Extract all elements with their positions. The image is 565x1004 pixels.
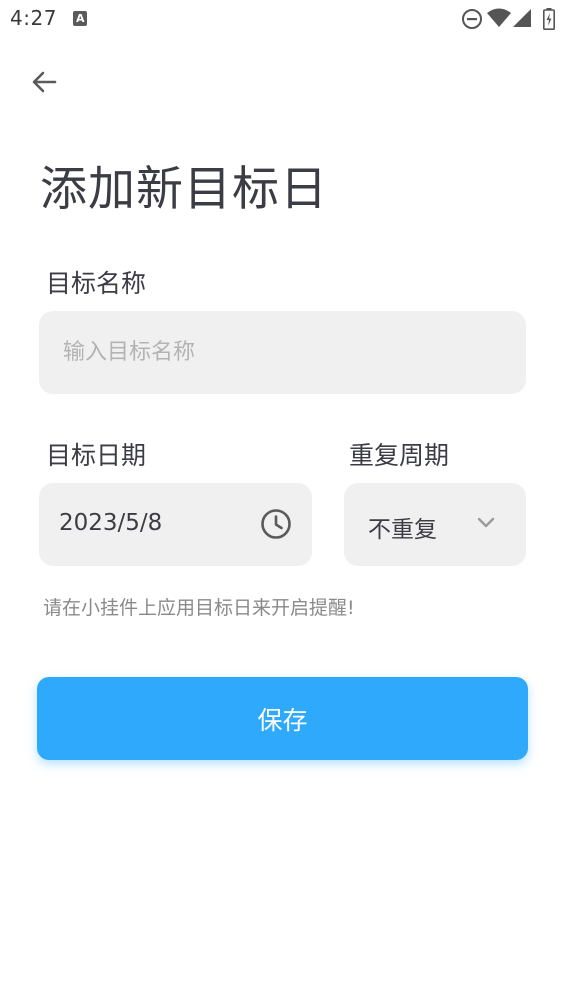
wifi-icon (487, 8, 511, 27)
save-button[interactable]: 保存 (37, 677, 528, 760)
date-label: 目标日期 (46, 441, 147, 470)
page-title: 添加新目标日 (40, 162, 328, 217)
signal-icon (513, 9, 531, 27)
hint-text: 请在小挂件上应用目标日来开启提醒! (43, 597, 355, 619)
date-value: 2023/5/8 (59, 510, 163, 536)
back-button[interactable] (24, 62, 64, 102)
repeat-label: 重复周期 (349, 441, 450, 470)
name-label: 目标名称 (46, 269, 147, 298)
target-name-input[interactable] (39, 311, 526, 394)
clock-icon[interactable] (260, 508, 292, 540)
a-icon: A (73, 11, 87, 26)
do-not-disturb-icon (462, 9, 482, 29)
battery-charging-icon (543, 8, 555, 30)
status-bar: 4:27 A (0, 0, 565, 38)
chevron-down-icon (477, 517, 495, 528)
repeat-value: 不重复 (368, 517, 437, 543)
arrow-left-icon (32, 71, 57, 93)
status-time: 4:27 (10, 6, 57, 30)
target-date-field[interactable]: 2023/5/8 (39, 483, 312, 566)
repeat-cycle-select[interactable]: 不重复 (344, 483, 526, 566)
